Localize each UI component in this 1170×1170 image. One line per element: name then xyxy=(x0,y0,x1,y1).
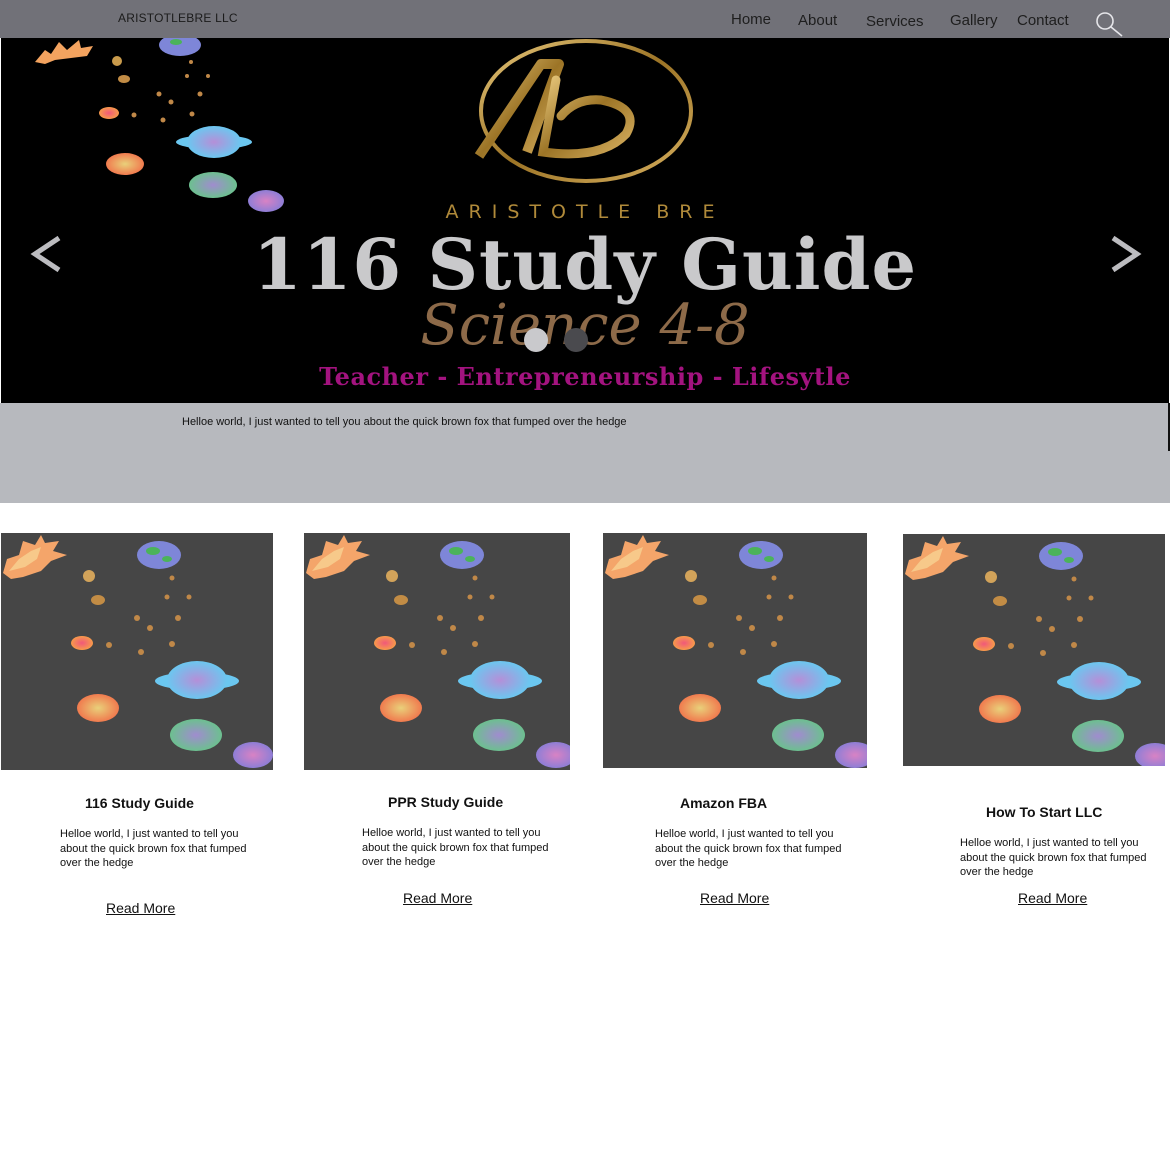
slide-dot-1[interactable] xyxy=(524,328,548,352)
card-title: How To Start LLC xyxy=(986,804,1103,820)
card-image[interactable] xyxy=(304,533,570,770)
nav-item-services[interactable]: Services xyxy=(866,13,924,30)
card-title: Amazon FBA xyxy=(680,795,768,811)
nav-item-home[interactable]: Home xyxy=(731,11,771,28)
hero-tagline: Teacher - Entrepreneurship - Lifesytle xyxy=(319,362,851,391)
nav-item-gallery[interactable]: Gallery xyxy=(950,12,998,29)
card-text: Helloe world, I just wanted to tell you … xyxy=(960,837,1147,878)
slide-dot-2[interactable] xyxy=(564,328,588,352)
nav-item-contact[interactable]: Contact xyxy=(1017,12,1069,29)
read-more-link[interactable]: Read More xyxy=(700,890,769,906)
space-illustration xyxy=(605,535,867,768)
read-more-link[interactable]: Read More xyxy=(1018,890,1087,906)
intro-section: Helloe world, I just wanted to tell you … xyxy=(0,403,1170,503)
card-image[interactable] xyxy=(1,533,273,770)
top-navbar: ARISTOTLEBRE LLC Home About Services Gal… xyxy=(0,0,1170,38)
hero-subheadline: Science 4-8 xyxy=(420,293,750,358)
nav-item-about[interactable]: About xyxy=(798,12,837,29)
space-illustration xyxy=(306,535,570,768)
read-more-link[interactable]: Read More xyxy=(403,890,472,906)
card-title: PPR Study Guide xyxy=(388,794,504,810)
search-icon[interactable] xyxy=(1094,11,1124,37)
brand-name[interactable]: ARISTOTLEBRE LLC xyxy=(118,11,238,25)
card-text: Helloe world, I just wanted to tell you … xyxy=(362,827,549,868)
hero-brand-text: ARISTOTLE BRE xyxy=(445,201,725,223)
space-illustration xyxy=(905,536,1165,766)
card-text: Helloe world, I just wanted to tell you … xyxy=(60,828,247,869)
read-more-link[interactable]: Read More xyxy=(106,900,175,916)
card-image[interactable] xyxy=(903,534,1165,766)
card-text: Helloe world, I just wanted to tell you … xyxy=(655,828,842,869)
hero-slider: ARISTOTLE BRE 116 Study Guide Science 4-… xyxy=(1,38,1169,403)
card-image[interactable] xyxy=(603,533,867,768)
intro-text: Helloe world, I just wanted to tell you … xyxy=(182,416,627,428)
space-illustration xyxy=(3,535,273,768)
card-title: 116 Study Guide xyxy=(85,795,194,811)
